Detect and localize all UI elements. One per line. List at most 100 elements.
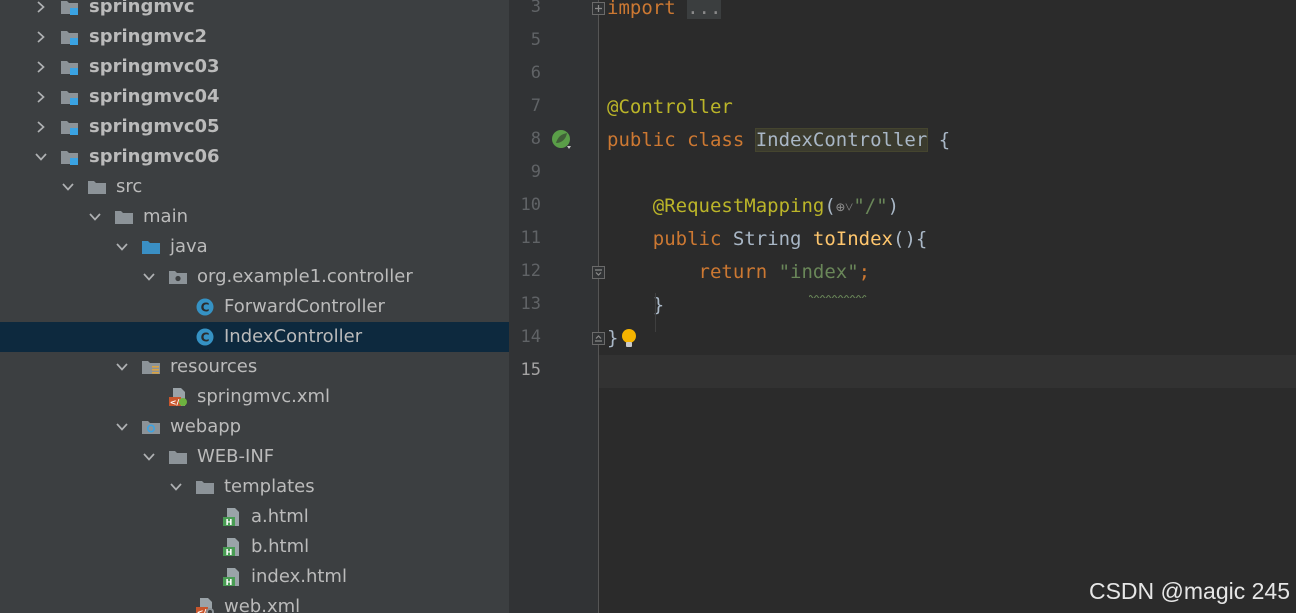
code-line[interactable]: @Controller (607, 94, 733, 120)
tree-item[interactable]: Hindex.html (0, 562, 509, 592)
spring-bean-icon[interactable] (550, 128, 574, 152)
chevron-down-icon[interactable] (115, 360, 129, 374)
module-folder-icon (60, 0, 80, 17)
line-number: 12 (520, 261, 541, 281)
tree-item-label: springmvc (89, 0, 195, 17)
fold-expand-icon[interactable] (592, 2, 605, 15)
chevron-down-icon[interactable] (142, 270, 156, 284)
tree-item[interactable]: springmvc (0, 0, 509, 22)
tree-item-label: springmvc05 (89, 116, 220, 137)
chevron-right-icon[interactable] (34, 120, 48, 134)
tree-item-label: springmvc2 (89, 26, 208, 47)
tree-item[interactable]: src (0, 172, 509, 202)
code-line[interactable]: public String toIndex(){ (607, 226, 928, 252)
chevron-right-icon[interactable] (34, 60, 48, 74)
tree-item[interactable]: webapp (0, 412, 509, 442)
module-folder-icon (60, 27, 80, 47)
code-line[interactable]: } (607, 325, 618, 351)
code-line[interactable]: return "index"; (607, 259, 871, 285)
java-class-icon: C (195, 297, 215, 317)
chevron-down-icon[interactable] (88, 210, 102, 224)
tree-item-label: springmvc04 (89, 86, 220, 107)
chevron-right-icon[interactable] (34, 30, 48, 44)
tree-item-label: ForwardController (224, 296, 385, 317)
tree-item[interactable]: java (0, 232, 509, 262)
code-token: { (927, 129, 951, 151)
svg-text:H: H (226, 548, 233, 557)
code-token: import (607, 0, 676, 19)
watermark: CSDN @magic 245 (1088, 578, 1290, 604)
chevron-down-icon[interactable] (61, 180, 75, 194)
folder-icon (168, 447, 188, 467)
code-token: (){ (893, 228, 928, 250)
line-number: 11 (520, 228, 541, 248)
web-folder-icon (141, 417, 161, 437)
fold-collapse-icon[interactable] (592, 266, 605, 279)
module-folder-icon (60, 87, 80, 107)
line-number: 13 (520, 294, 541, 314)
tree-item-label: webapp (170, 416, 242, 437)
typo-squiggle (808, 283, 867, 302)
tree-item[interactable]: Hb.html (0, 532, 509, 562)
chevron-down-icon[interactable] (115, 240, 129, 254)
code-editor[interactable]: 3 5 6 7 8 9 10 11 12 13 14 15 import ... @Controller… (509, 0, 1296, 613)
lightbulb-icon[interactable] (620, 328, 638, 354)
tree-item[interactable]: C IndexController (0, 322, 509, 352)
tree-item-label: resources (170, 356, 258, 377)
tree-item[interactable]: WEB-INF (0, 442, 509, 472)
code-line[interactable]: import ... (607, 0, 722, 21)
html-file-icon: H (222, 507, 242, 527)
tree-item-label: b.html (251, 536, 310, 557)
line-number: 6 (530, 63, 541, 83)
tree-item-label: main (143, 206, 188, 227)
tree-item-label: IndexController (224, 326, 363, 347)
code-line[interactable]: @RequestMapping(⊕˅"/") (607, 193, 899, 220)
tree-item-label: springmvc03 (89, 56, 220, 77)
tree-item[interactable]: springmvc05 (0, 112, 509, 142)
tree-item[interactable]: org.example1.controller (0, 262, 509, 292)
folder-icon (195, 477, 215, 497)
tree-item[interactable]: resources (0, 352, 509, 382)
code-token: ) (887, 195, 900, 217)
chevron-down-icon[interactable] (142, 450, 156, 464)
tree-item[interactable]: Ha.html (0, 502, 509, 532)
tree-item[interactable]: templates (0, 472, 509, 502)
svg-text:</: </ (197, 608, 207, 613)
tree-item[interactable]: springmvc04 (0, 82, 509, 112)
code-token: @Controller (607, 96, 733, 118)
tree-item[interactable]: springmvc03 (0, 52, 509, 82)
chevron-down-icon[interactable] (169, 480, 183, 494)
chevron-right-icon[interactable] (34, 90, 48, 104)
tree-item[interactable]: </ springmvc.xml (0, 382, 509, 412)
line-number: 8 (530, 129, 541, 149)
folder-icon (114, 207, 134, 227)
tree-item[interactable]: springmvc06 (0, 142, 509, 172)
package-icon (168, 267, 188, 287)
code-line[interactable]: public class IndexController { (607, 127, 950, 153)
tree-item[interactable]: main (0, 202, 509, 232)
chevron-right-icon[interactable] (34, 0, 48, 14)
tree-item[interactable]: C ForwardController (0, 292, 509, 322)
code-token: public class (607, 129, 756, 151)
chevron-down-icon[interactable] (34, 150, 48, 164)
chevron-down-icon[interactable] (115, 420, 129, 434)
spring-xml-icon: </ (168, 387, 188, 407)
code-token: ; (858, 261, 871, 283)
globe-icon[interactable]: ⊕˅ (836, 198, 854, 216)
gutter-divider (598, 0, 599, 613)
code-token: String (732, 228, 813, 250)
folded-imports-placeholder[interactable]: ... (687, 0, 722, 19)
tree-item-label: web.xml (224, 596, 301, 613)
fold-collapse-icon[interactable] (592, 332, 605, 345)
tree-item-label: templates (224, 476, 315, 497)
line-number: 14 (520, 327, 541, 347)
tree-item[interactable]: </ web.xml (0, 592, 509, 613)
svg-text:C: C (201, 301, 210, 315)
tree-item-label: index.html (251, 566, 347, 587)
resources-folder-icon (141, 357, 161, 377)
tree-item-label: springmvc.xml (197, 386, 331, 407)
tree-item[interactable]: springmvc2 (0, 22, 509, 52)
